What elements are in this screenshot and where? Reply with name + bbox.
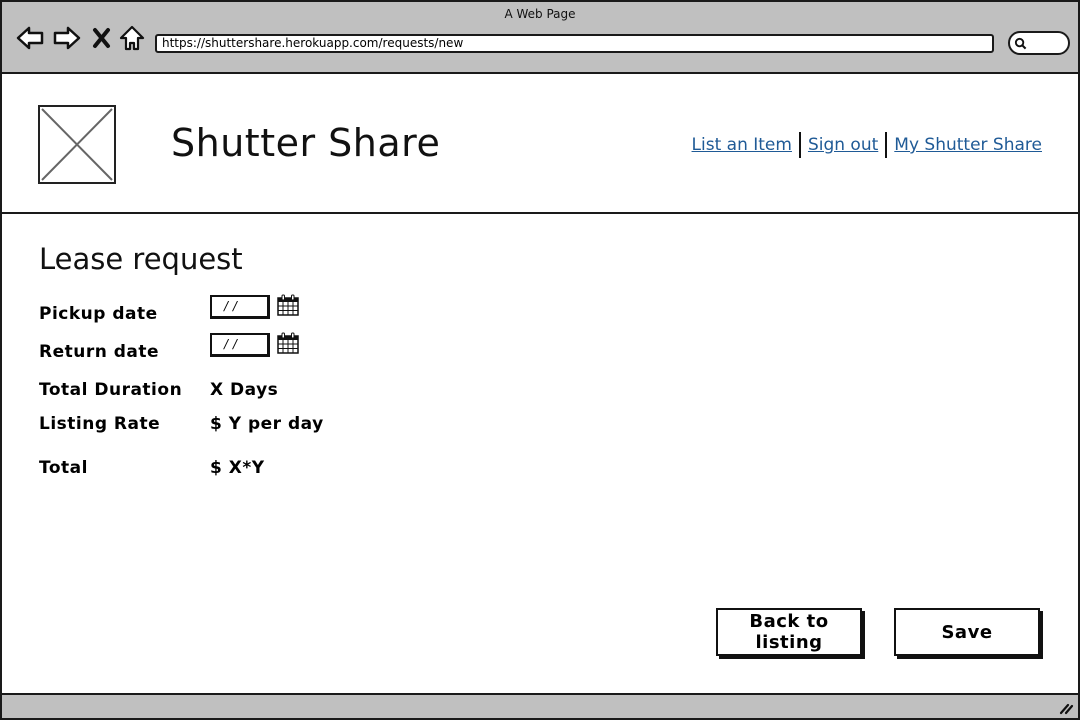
total-label: Total <box>39 458 88 478</box>
total-duration-value: X Days <box>210 380 279 400</box>
listing-rate-label: Listing Rate <box>39 414 161 434</box>
search-icon <box>1014 37 1027 50</box>
nav-divider <box>885 132 888 158</box>
header-nav: List an Item Sign out My Shutter Share <box>692 132 1042 158</box>
sign-out-link[interactable]: Sign out <box>808 135 878 155</box>
browser-chrome: A Web Page https://shuttershare.herokuap… <box>2 2 1078 74</box>
browser-window: A Web Page https://shuttershare.herokuap… <box>0 0 1080 720</box>
url-bar[interactable]: https://shuttershare.herokuapp.com/reque… <box>155 34 994 53</box>
back-to-listing-button[interactable]: Back to listing <box>716 608 862 656</box>
window-title: A Web Page <box>504 7 576 21</box>
pickup-date-input[interactable]: / / <box>210 295 270 319</box>
return-date-label: Return date <box>39 342 160 362</box>
pickup-date-label: Pickup date <box>39 304 158 324</box>
calendar-icon[interactable] <box>276 293 300 317</box>
listing-rate-value: $ Y per day <box>210 414 324 434</box>
my-shutter-share-link[interactable]: My Shutter Share <box>894 135 1042 155</box>
back-arrow-icon[interactable] <box>16 24 44 52</box>
image-placeholder-icon <box>38 105 116 184</box>
total-duration-label: Total Duration <box>39 380 183 400</box>
site-brand: Shutter Share <box>171 121 441 165</box>
resize-grip-icon[interactable] <box>1058 701 1074 715</box>
status-bar <box>2 693 1078 718</box>
page-title: Lease request <box>39 242 243 276</box>
list-an-item-link[interactable]: List an Item <box>692 135 792 155</box>
calendar-icon[interactable] <box>276 331 300 355</box>
save-button[interactable]: Save <box>894 608 1040 656</box>
stop-x-icon[interactable] <box>90 24 114 52</box>
total-value: $ X*Y <box>210 458 265 478</box>
browser-search-field[interactable] <box>1008 31 1070 55</box>
site-header: Shutter Share List an Item Sign out My S… <box>2 76 1078 214</box>
forward-arrow-icon[interactable] <box>53 24 81 52</box>
home-icon[interactable] <box>119 24 145 52</box>
return-date-input[interactable]: / / <box>210 333 270 357</box>
nav-divider <box>798 132 801 158</box>
